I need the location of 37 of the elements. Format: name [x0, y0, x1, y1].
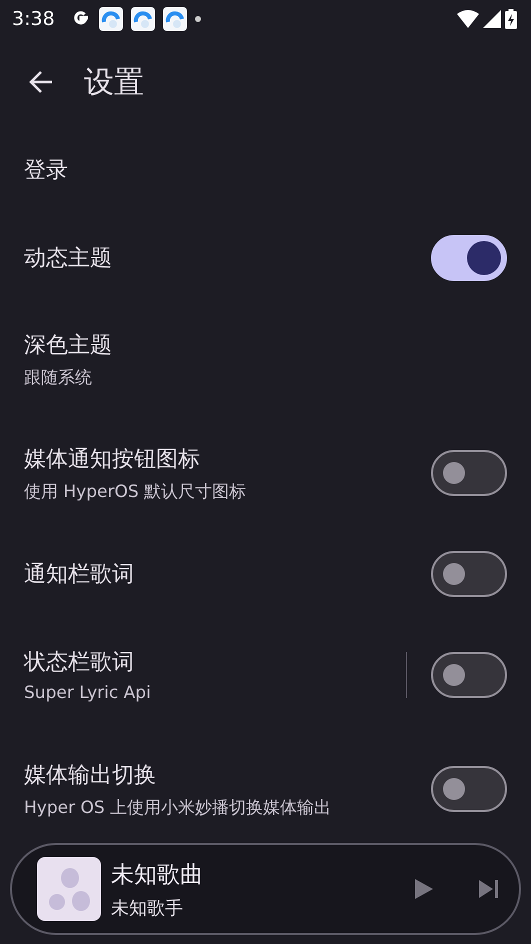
settings-item[interactable]: 媒体通知按钮图标 使用 HyperOS 默认尺寸图标 [0, 416, 531, 530]
setting-title: 媒体输出切换 [24, 762, 157, 790]
toggle-switch[interactable] [431, 766, 507, 812]
toggle-switch[interactable] [431, 450, 507, 496]
settings-item[interactable]: 深色主题 跟随系统 [0, 302, 531, 416]
settings-item[interactable]: 登录 [0, 126, 531, 214]
song-title: 未知歌曲 [111, 860, 204, 890]
battery-icon [505, 9, 517, 29]
setting-subtitle: 使用 HyperOS 默认尺寸图标 [24, 480, 248, 502]
settings-item[interactable]: 媒体输出切换 Hyper OS 上使用小米妙播切换媒体输出 [0, 732, 531, 846]
setting-title: 通知栏歌词 [24, 561, 135, 589]
app-icon [98, 7, 123, 31]
setting-subtitle: Super Lyric Api [24, 683, 152, 703]
wifi-icon [457, 10, 479, 28]
toggle-switch[interactable] [431, 652, 507, 698]
setting-title: 状态栏歌词 [24, 649, 135, 677]
settings-item[interactable]: 动态主题 [0, 214, 531, 302]
setting-title: 深色主题 [24, 332, 113, 360]
settings-item[interactable]: 通知栏歌词 [0, 530, 531, 618]
play-button[interactable] [415, 879, 433, 899]
toggle-switch[interactable] [431, 235, 507, 281]
page-title: 设置 [84, 64, 144, 102]
album-art-placeholder [37, 857, 101, 921]
setting-title: 动态主题 [24, 245, 113, 273]
setting-subtitle: Hyper OS 上使用小米妙播切换媒体输出 [24, 796, 332, 818]
clock: 3:38 [12, 8, 55, 30]
artist-name: 未知歌手 [111, 896, 184, 920]
settings-item[interactable]: 状态栏歌词 Super Lyric Api [0, 618, 531, 732]
toggle-switch[interactable] [431, 551, 507, 597]
app-icon [130, 7, 155, 31]
setting-title: 媒体通知按钮图标 [24, 446, 201, 474]
skip-next-button[interactable] [479, 879, 499, 899]
setting-title: 登录 [24, 157, 69, 185]
signal-icon [483, 10, 501, 28]
app-icon [162, 7, 187, 31]
dot-icon [194, 16, 201, 22]
setting-subtitle: 跟随系统 [24, 366, 93, 388]
